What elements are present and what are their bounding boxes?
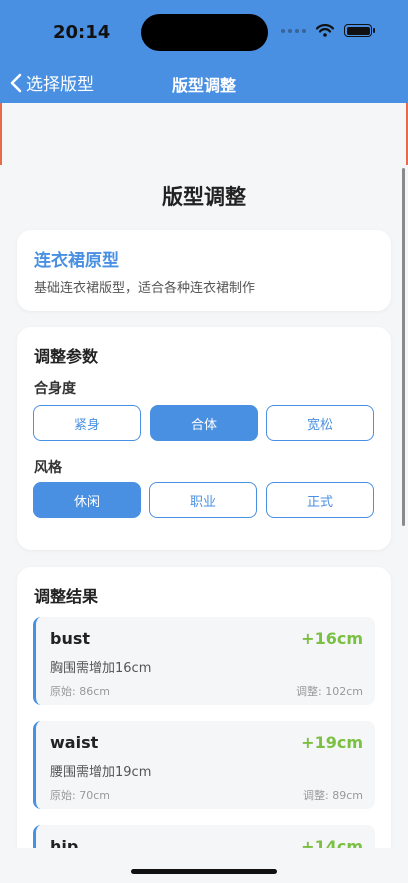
results-title: 调整结果	[34, 587, 99, 606]
style-option-formal[interactable]: 正式	[266, 482, 374, 518]
scrollbar[interactable]	[402, 168, 405, 526]
back-label: 选择版型	[26, 75, 94, 95]
page-title: 版型调整	[162, 185, 246, 209]
result-delta: +16cm	[301, 629, 363, 648]
pattern-name: 连衣裙原型	[34, 251, 119, 271]
result-adjusted: 调整: 102cm	[296, 685, 363, 698]
home-indicator[interactable]	[131, 869, 277, 874]
fit-option-regular[interactable]: 合体	[150, 405, 258, 441]
result-original: 原始: 70cm	[50, 789, 110, 802]
style-label: 风格	[34, 460, 62, 476]
status-time: 20:14	[53, 22, 111, 43]
chevron-left-icon	[10, 73, 22, 92]
pattern-description: 基础连衣裙版型，适合各种连衣裙制作	[34, 281, 256, 296]
result-delta: +19cm	[301, 733, 363, 752]
result-description: 胸围需增加16cm	[50, 661, 152, 676]
dynamic-island	[141, 14, 268, 51]
wifi-icon	[316, 24, 334, 37]
result-description: 腰围需增加19cm	[50, 765, 152, 780]
fit-option-loose[interactable]: 宽松	[266, 405, 374, 441]
back-button[interactable]: 选择版型	[10, 70, 94, 95]
pattern-card: 连衣裙原型 基础连衣裙版型，适合各种连衣裙制作	[17, 230, 391, 311]
results-card: 调整结果 bust +16cm 胸围需增加16cm 原始: 86cm 调整: 1…	[17, 567, 391, 867]
status-icons	[281, 24, 375, 37]
result-name: waist	[50, 733, 99, 752]
fit-label: 合身度	[34, 381, 76, 397]
result-item-waist: waist +19cm 腰围需增加19cm 原始: 70cm 调整: 89cm	[33, 721, 375, 809]
params-title: 调整参数	[34, 347, 99, 366]
result-adjusted: 调整: 89cm	[303, 789, 363, 802]
cellular-signal-icon	[281, 28, 306, 33]
result-original: 原始: 86cm	[50, 685, 110, 698]
result-item-bust: bust +16cm 胸围需增加16cm 原始: 86cm 调整: 102cm	[33, 617, 375, 705]
result-name: bust	[50, 629, 91, 648]
params-card: 调整参数 合身度 紧身 合体 宽松 风格 休闲 职业 正式	[17, 327, 391, 550]
top-bar: 20:14 选择版型 版型调整	[0, 0, 408, 103]
home-area	[0, 848, 408, 883]
battery-icon	[344, 24, 375, 37]
edge-marker-left	[0, 103, 2, 165]
style-option-business[interactable]: 职业	[149, 482, 257, 518]
style-option-casual[interactable]: 休闲	[33, 482, 141, 518]
fit-option-tight[interactable]: 紧身	[33, 405, 141, 441]
